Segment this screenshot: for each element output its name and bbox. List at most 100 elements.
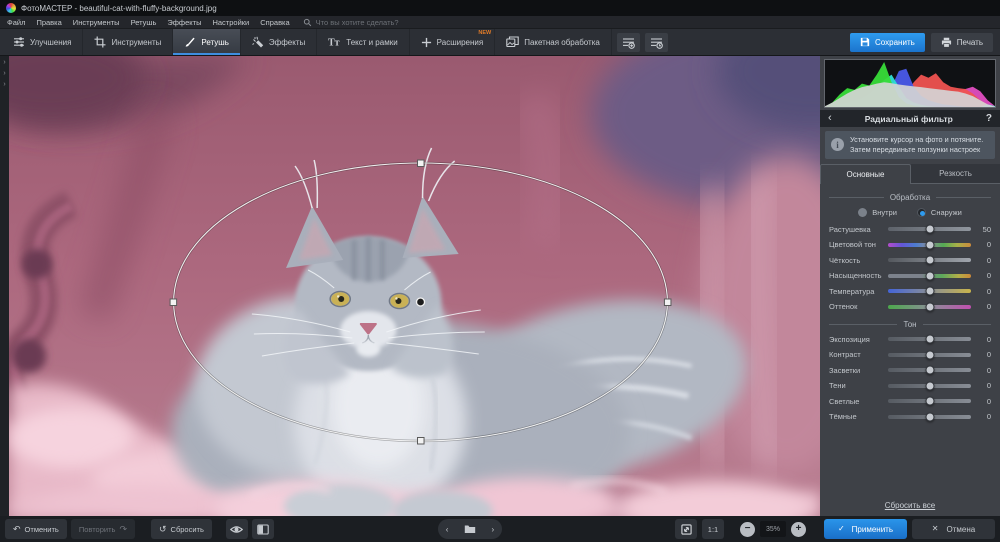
- slider-thumb[interactable]: [925, 287, 934, 296]
- slider-value: 0: [977, 397, 991, 406]
- slider-thumb[interactable]: [925, 381, 934, 390]
- fit-screen-button[interactable]: [675, 519, 697, 539]
- folder-icon[interactable]: [464, 524, 476, 534]
- menubar: Файл Правка Инструменты Ретушь Эффекты Н…: [0, 16, 1000, 29]
- slider-track[interactable]: [888, 258, 971, 262]
- menu-retouch[interactable]: Ретушь: [131, 18, 157, 27]
- print-icon: [941, 37, 952, 48]
- compare-icon: [257, 524, 269, 535]
- slider-thumb[interactable]: [925, 240, 934, 249]
- slider-thumb[interactable]: [925, 225, 934, 234]
- window-title: ФотоМАСТЕР - beautiful-cat-with-fluffy-b…: [21, 4, 217, 13]
- redo-button[interactable]: Повторить ↷: [71, 519, 135, 539]
- slider-thumb[interactable]: [925, 256, 934, 265]
- slider-saturation: Насыщенность 0: [829, 268, 991, 284]
- slider-track[interactable]: [888, 227, 971, 231]
- prev-photo-icon[interactable]: ‹: [446, 525, 449, 534]
- reset-button[interactable]: ↺ Сбросить: [151, 519, 212, 539]
- help-icon[interactable]: ?: [986, 113, 992, 124]
- zoom-level[interactable]: 35%: [760, 521, 786, 537]
- slider-thumb[interactable]: [925, 335, 934, 344]
- zoom-out-button[interactable]: −: [740, 522, 755, 537]
- panel-content: Обработка Внутри Снаружи Растушевка 50: [820, 184, 1000, 516]
- slider-thumb[interactable]: [925, 366, 934, 375]
- tab-sharpness[interactable]: Резкость: [911, 164, 1000, 184]
- slider-label: Температура: [829, 287, 886, 296]
- text-icon: Tт: [328, 36, 341, 48]
- undo-icon: ↶: [13, 525, 21, 534]
- slider-value: 0: [977, 335, 991, 344]
- tab-extensions[interactable]: NEW Расширения: [410, 29, 496, 55]
- tab-batch-processing[interactable]: Пакетная обработка: [495, 29, 612, 55]
- slider-track[interactable]: [888, 337, 971, 341]
- undo-label: Отменить: [25, 525, 59, 534]
- menu-tools[interactable]: Инструменты: [73, 18, 120, 27]
- section-processing: Обработка: [829, 193, 991, 202]
- slider-track[interactable]: [888, 289, 971, 293]
- menu-settings[interactable]: Настройки: [212, 18, 249, 27]
- slider-track[interactable]: [888, 243, 971, 247]
- slider-thumb[interactable]: [925, 350, 934, 359]
- menu-edit[interactable]: Правка: [36, 18, 61, 27]
- slider-track[interactable]: [888, 353, 971, 357]
- next-photo-icon[interactable]: ›: [492, 525, 495, 534]
- slider-thumb[interactable]: [925, 397, 934, 406]
- add-preset-button[interactable]: [617, 33, 640, 52]
- before-after-button[interactable]: [252, 519, 274, 539]
- expand-chevron-icon[interactable]: ›: [3, 81, 5, 88]
- tab-enhancements[interactable]: Улучшения: [2, 29, 83, 55]
- photo-navigator: ‹ ›: [438, 519, 502, 539]
- panel-title: Радиальный фильтр: [832, 114, 986, 124]
- tab-basic[interactable]: Основные: [820, 164, 911, 184]
- menu-effects[interactable]: Эффекты: [167, 18, 201, 27]
- slider-track[interactable]: [888, 368, 971, 372]
- app-logo-icon: [6, 3, 16, 13]
- cat-photo: [9, 56, 820, 516]
- slider-track[interactable]: [888, 399, 971, 403]
- crop-icon: [94, 36, 106, 48]
- expand-chevron-icon[interactable]: ›: [3, 70, 5, 77]
- slider-label: Растушевка: [829, 225, 886, 234]
- slider-thumb[interactable]: [925, 412, 934, 421]
- tab-effects[interactable]: Эффекты: [241, 29, 317, 55]
- tab-retouch-active[interactable]: Ретушь: [173, 29, 241, 55]
- add-preset-icon: [622, 36, 635, 49]
- photo-canvas[interactable]: [9, 56, 820, 516]
- search-box[interactable]: Что вы хотите сделать?: [303, 18, 399, 27]
- slider-exposure: Экспозиция 0: [829, 332, 991, 348]
- info-icon: i: [831, 138, 844, 151]
- slider-thumb[interactable]: [925, 302, 934, 311]
- slider-whites: Светлые 0: [829, 394, 991, 410]
- menu-help[interactable]: Справка: [260, 18, 289, 27]
- panel-tabs: Основные Резкость: [820, 164, 1000, 184]
- tab-text-frames[interactable]: Tт Текст и рамки: [317, 29, 409, 55]
- radio-inside[interactable]: Внутри: [858, 208, 897, 217]
- workspace: › › ›: [0, 56, 1000, 516]
- slider-track[interactable]: [888, 415, 971, 419]
- tab-tools[interactable]: Инструменты: [83, 29, 173, 55]
- zoom-in-button[interactable]: +: [791, 522, 806, 537]
- actual-size-button[interactable]: 1:1: [702, 519, 724, 539]
- save-button[interactable]: Сохранить: [850, 33, 925, 52]
- slider-highlights: Засветки 0: [829, 363, 991, 379]
- tab-label: Инструменты: [111, 38, 161, 47]
- preset-history-button[interactable]: [645, 33, 668, 52]
- menu-file[interactable]: Файл: [7, 18, 25, 27]
- slider-track[interactable]: [888, 305, 971, 309]
- cancel-button[interactable]: ✕ Отмена: [912, 519, 995, 539]
- slider-value: 0: [977, 256, 991, 265]
- print-button[interactable]: Печать: [931, 33, 993, 52]
- slider-thumb[interactable]: [925, 271, 934, 280]
- slider-track[interactable]: [888, 384, 971, 388]
- preview-original-button[interactable]: [226, 519, 248, 539]
- radio-outside[interactable]: Снаружи: [917, 208, 962, 217]
- reset-all-link[interactable]: Сбросить все: [829, 501, 991, 510]
- apply-button[interactable]: ✓ Применить: [824, 519, 907, 539]
- slider-label: Цветовой тон: [829, 240, 886, 249]
- slider-label: Засветки: [829, 366, 886, 375]
- expand-chevron-icon[interactable]: ›: [3, 59, 5, 66]
- undo-button[interactable]: ↶ Отменить: [5, 519, 67, 539]
- footer-right: 1:1 − 35% + ✓ Применить ✕ Отмена: [675, 519, 995, 539]
- slider-track[interactable]: [888, 274, 971, 278]
- tab-label: Ретушь: [201, 38, 229, 47]
